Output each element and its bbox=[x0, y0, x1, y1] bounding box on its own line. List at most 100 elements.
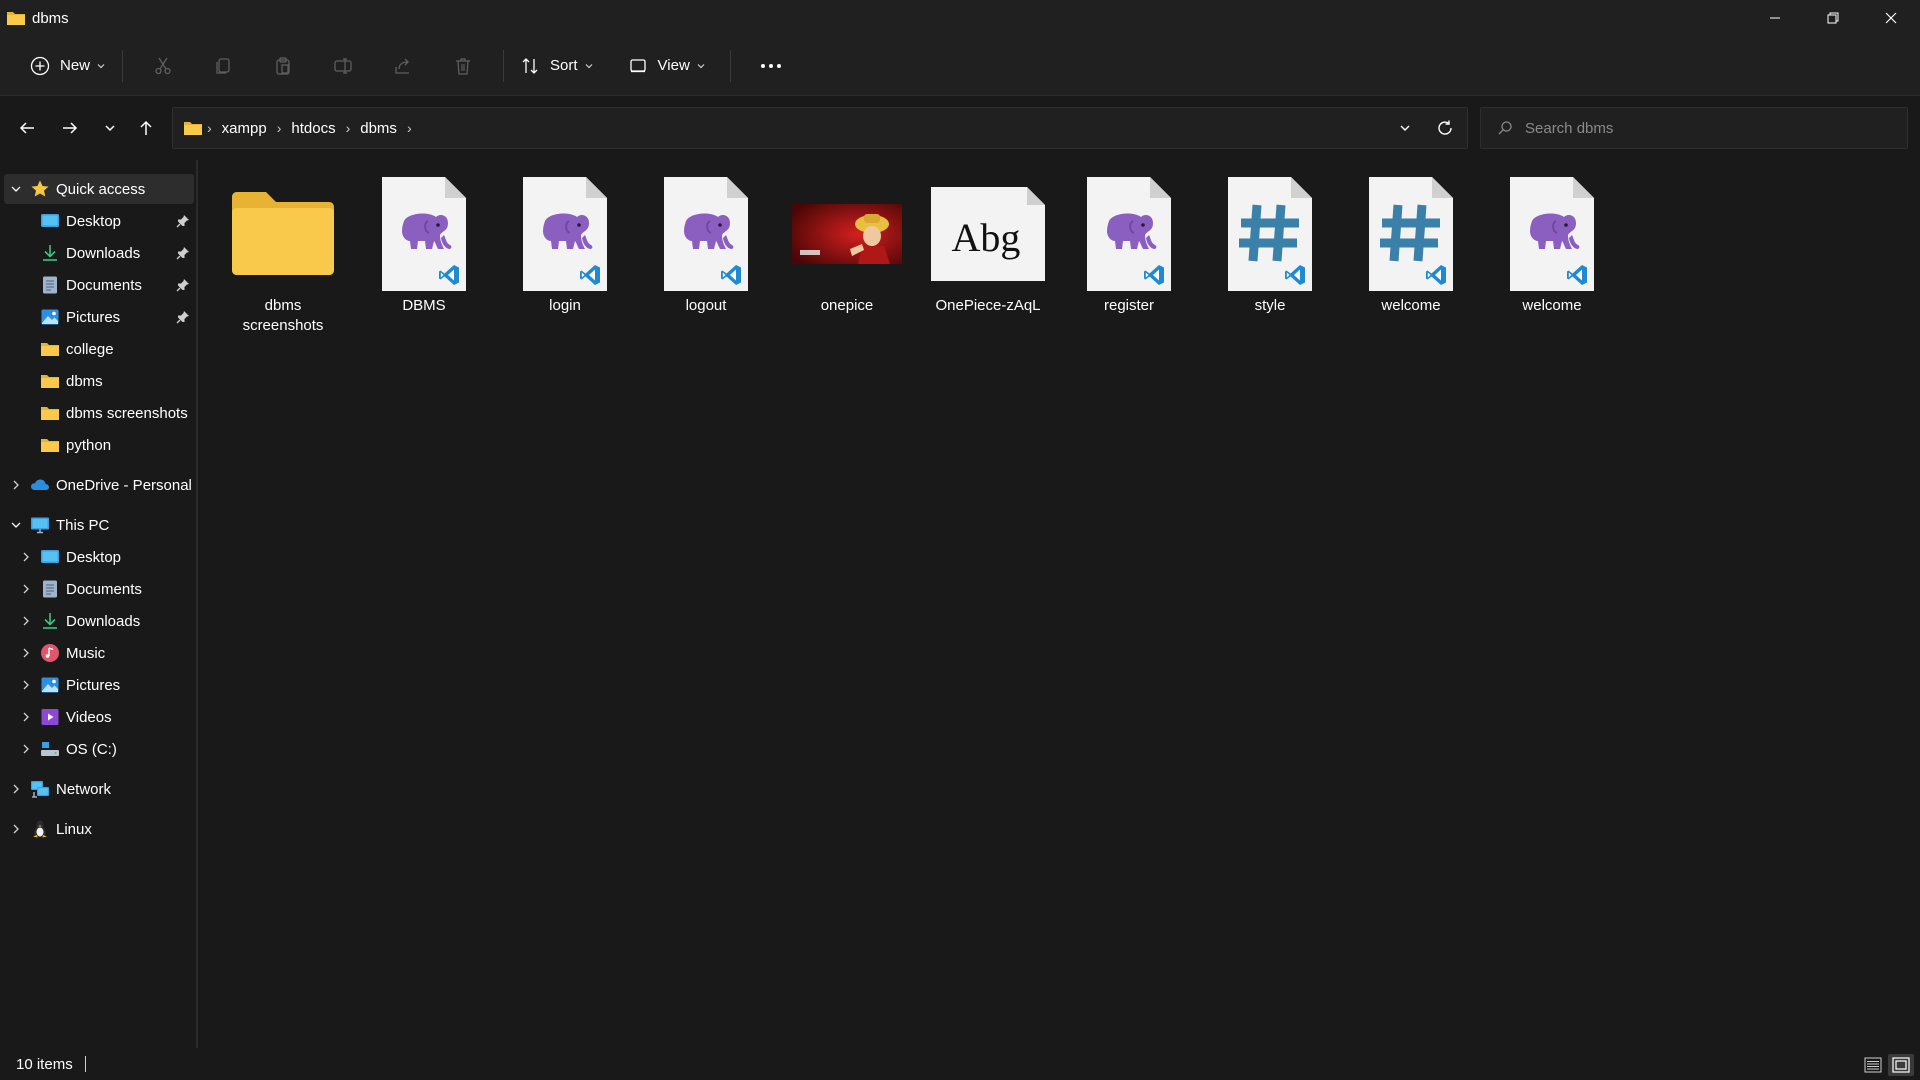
breadcrumb-dbms[interactable]: dbms bbox=[360, 120, 397, 137]
file-name: OnePiece-zAqL bbox=[935, 297, 1041, 314]
status-bar: 10 items bbox=[0, 1048, 1920, 1080]
large-icons-view-button[interactable] bbox=[1888, 1054, 1914, 1076]
paste-button[interactable] bbox=[253, 48, 313, 84]
sidebar-item-pc-desktop[interactable]: Desktop bbox=[0, 542, 196, 572]
chevron-right-icon[interactable] bbox=[18, 613, 34, 629]
sidebar-item-quick-access[interactable]: Quick access bbox=[4, 174, 194, 204]
sidebar-item-documents[interactable]: Documents bbox=[0, 270, 196, 300]
folder-icon bbox=[40, 339, 60, 359]
chevron-down-icon[interactable] bbox=[8, 517, 24, 533]
computer-icon bbox=[30, 515, 50, 535]
sidebar-item-pc-videos[interactable]: Videos bbox=[0, 702, 196, 732]
file-tile-style[interactable]: style bbox=[1202, 172, 1338, 352]
sidebar-item-label: Quick access bbox=[56, 180, 146, 198]
sidebar-item-pc-pictures[interactable]: Pictures bbox=[0, 670, 196, 700]
php-file-icon bbox=[505, 172, 625, 296]
pin-icon[interactable] bbox=[176, 214, 190, 228]
sort-button[interactable]: Sort bbox=[514, 48, 600, 84]
sidebar-item-this-pc[interactable]: This PC bbox=[0, 510, 196, 540]
details-view-button[interactable] bbox=[1860, 1054, 1886, 1076]
sidebar-item-pc-music[interactable]: Music bbox=[0, 638, 196, 668]
sidebar-item-python[interactable]: python bbox=[0, 430, 196, 460]
sidebar-item-linux[interactable]: Linux bbox=[0, 814, 196, 844]
copy-button[interactable] bbox=[193, 48, 253, 84]
share-icon bbox=[395, 58, 410, 74]
sidebar-item-label: Videos bbox=[66, 708, 112, 726]
breadcrumb-separator: › bbox=[207, 120, 212, 136]
folder-icon bbox=[183, 118, 203, 138]
sidebar-item-pc-documents[interactable]: Documents bbox=[0, 574, 196, 604]
file-tile-welcome-php[interactable]: welcome bbox=[1484, 172, 1620, 352]
pin-icon[interactable] bbox=[176, 246, 190, 260]
file-tile-logout[interactable]: logout bbox=[638, 172, 774, 352]
file-tile-register[interactable]: register bbox=[1061, 172, 1197, 352]
folder-icon bbox=[40, 435, 60, 455]
breadcrumb-separator[interactable]: › bbox=[407, 120, 412, 136]
forward-button[interactable] bbox=[52, 113, 88, 143]
chevron-right-icon[interactable] bbox=[8, 821, 24, 837]
sidebar-item-pc-os-c[interactable]: OS (C:) bbox=[0, 734, 196, 764]
chevron-down-icon[interactable] bbox=[8, 181, 24, 197]
sidebar-item-college[interactable]: college bbox=[0, 334, 196, 364]
chevron-right-icon[interactable] bbox=[18, 581, 34, 597]
search-box[interactable] bbox=[1480, 107, 1908, 149]
file-tile-onepice[interactable]: onepice bbox=[779, 172, 915, 352]
back-button[interactable] bbox=[9, 113, 45, 143]
sidebar-item-network[interactable]: Network bbox=[0, 774, 196, 804]
search-input[interactable] bbox=[1525, 119, 1885, 137]
recent-locations-button[interactable] bbox=[92, 113, 128, 143]
breadcrumb-separator: › bbox=[276, 120, 282, 136]
chevron-right-icon[interactable] bbox=[18, 741, 34, 757]
close-button[interactable] bbox=[1862, 0, 1920, 36]
sort-label: Sort bbox=[550, 57, 578, 74]
chevron-right-icon[interactable] bbox=[18, 709, 34, 725]
linux-penguin-icon bbox=[30, 819, 50, 839]
pictures-icon bbox=[40, 307, 60, 327]
sidebar-item-dbms[interactable]: dbms bbox=[0, 366, 196, 396]
sidebar-item-label: college bbox=[66, 340, 114, 358]
restore-button[interactable] bbox=[1804, 0, 1862, 36]
downloads-icon bbox=[40, 611, 60, 631]
file-tile-welcome-css[interactable]: welcome bbox=[1343, 172, 1479, 352]
sidebar-item-dbms-screenshots[interactable]: dbms screenshots bbox=[0, 398, 196, 428]
pin-icon[interactable] bbox=[176, 278, 190, 292]
address-history-button[interactable] bbox=[1387, 108, 1423, 148]
new-button[interactable]: New bbox=[24, 48, 112, 84]
address-bar[interactable]: › xampp › htdocs › dbms › bbox=[172, 107, 1468, 149]
breadcrumb-xampp[interactable]: xampp bbox=[222, 120, 267, 137]
minimize-button[interactable] bbox=[1746, 0, 1804, 36]
sidebar-item-onedrive[interactable]: OneDrive - Personal bbox=[0, 470, 196, 500]
cut-button[interactable] bbox=[133, 48, 193, 84]
breadcrumb-htdocs[interactable]: htdocs bbox=[291, 120, 335, 137]
chevron-right-icon[interactable] bbox=[18, 677, 34, 693]
folder-icon bbox=[6, 8, 26, 28]
drive-icon bbox=[40, 739, 60, 759]
svg-text:Abg: Abg bbox=[952, 215, 1021, 260]
folder-icon bbox=[223, 172, 343, 296]
refresh-button[interactable] bbox=[1427, 108, 1463, 148]
paste-icon bbox=[276, 56, 290, 75]
sidebar-item-pictures[interactable]: Pictures bbox=[0, 302, 196, 332]
sidebar-item-pc-downloads[interactable]: Downloads bbox=[0, 606, 196, 636]
file-tile-login[interactable]: login bbox=[497, 172, 633, 352]
chevron-right-icon[interactable] bbox=[8, 781, 24, 797]
chevron-right-icon[interactable] bbox=[18, 645, 34, 661]
chevron-right-icon[interactable] bbox=[18, 549, 34, 565]
share-button[interactable] bbox=[373, 48, 433, 84]
restore-icon bbox=[1827, 12, 1839, 24]
separator bbox=[729, 49, 731, 82]
rename-icon bbox=[334, 57, 352, 74]
delete-button[interactable] bbox=[433, 48, 493, 84]
view-button[interactable]: View bbox=[622, 48, 712, 84]
chevron-right-icon[interactable] bbox=[8, 477, 24, 493]
sidebar-item-downloads[interactable]: Downloads bbox=[0, 238, 196, 268]
pin-icon[interactable] bbox=[176, 310, 190, 324]
more-options-button[interactable] bbox=[741, 48, 801, 84]
file-tile-dbms-screenshots[interactable]: dbms screenshots bbox=[215, 172, 351, 352]
sidebar-item-desktop[interactable]: Desktop bbox=[0, 206, 196, 236]
file-tile-dbms[interactable]: DBMS bbox=[356, 172, 492, 352]
up-button[interactable] bbox=[128, 113, 164, 143]
rename-button[interactable] bbox=[313, 48, 373, 84]
file-tile-onepiece-zaql[interactable]: Abg OnePiece-zAqL bbox=[920, 172, 1056, 352]
sidebar-item-label: Downloads bbox=[66, 612, 141, 630]
